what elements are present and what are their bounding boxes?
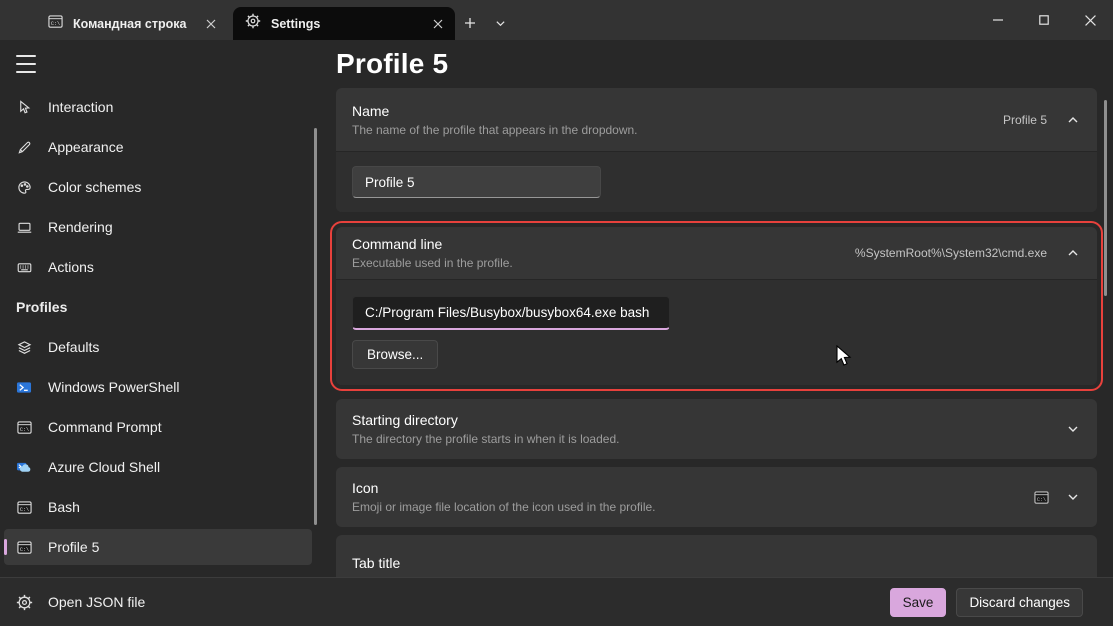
name-setting-card: Name The name of the profile that appear… [336,88,1097,212]
cmd-icon: C:\ [16,419,32,435]
titlebar: C:\ Командная строка Settings [0,0,1113,40]
minimize-button[interactable] [975,0,1021,40]
sidebar-item-label: Profile 5 [48,539,99,555]
setting-title: Starting directory [352,412,1067,428]
profiles-section-header: Profiles [0,287,330,327]
starting-directory-expander-header[interactable]: Starting directory The directory the pro… [336,399,1097,459]
tab-title-setting-card: Tab title [336,535,1097,577]
gear-icon [16,594,33,611]
svg-text:C:\: C:\ [1037,496,1046,502]
setting-title: Name [352,103,1003,119]
svg-text:C:\: C:\ [19,506,28,512]
setting-title: Command line [352,236,855,252]
setting-subtitle: The directory the profile starts in when… [352,432,1067,446]
sidebar-item-bash[interactable]: C:\ Bash [4,487,312,527]
profile-name-input[interactable] [352,166,601,198]
setting-subtitle: Executable used in the profile. [352,256,855,270]
open-json-file-button[interactable]: Open JSON file [0,594,145,611]
maximize-button[interactable] [1021,0,1067,40]
chevron-up-icon [1067,114,1079,126]
tab-settings[interactable]: Settings [233,7,455,40]
tab-close-icon[interactable] [200,13,222,35]
gear-icon [245,13,261,34]
new-tab-button[interactable] [457,10,483,36]
interaction-cursor-icon [16,99,32,115]
setting-title: Tab title [352,555,1079,571]
selection-indicator [4,539,7,555]
sidebar-item-label: Bash [48,499,80,515]
setting-subtitle: Emoji or image file location of the icon… [352,500,1034,514]
profile-icon-preview: C:\ [1034,490,1049,505]
tab-label: Командная строка [73,17,200,31]
setting-current-value: Profile 5 [1003,113,1047,127]
cmd-icon: C:\ [16,499,32,515]
svg-text:C:\: C:\ [19,546,28,552]
tab-label: Settings [271,17,427,31]
settings-main-panel: Profile 5 Name The name of the profile t… [330,40,1113,577]
sidebar-scrollbar[interactable] [314,128,317,525]
setting-title: Icon [352,480,1034,496]
sidebar-item-label: Appearance [48,139,124,155]
settings-sidebar: Interaction Appearance Color schemes Ren… [0,40,330,577]
sidebar-item-label: Actions [48,259,94,275]
bottom-bar: Open JSON file Save Discard changes [0,577,1113,626]
main-scrollbar[interactable] [1104,100,1107,296]
monitor-icon [16,219,32,235]
chevron-down-icon [1067,491,1079,503]
tab-close-icon[interactable] [427,13,449,35]
svg-text:C:\: C:\ [19,426,28,432]
cmd-icon: C:\ [16,539,32,555]
sidebar-item-label: Defaults [48,339,99,355]
chevron-up-icon [1067,247,1079,259]
setting-subtitle: The name of the profile that appears in … [352,123,1003,137]
command-line-expander-header[interactable]: Command line Executable used in the prof… [336,227,1097,279]
svg-text:C:\: C:\ [51,20,60,26]
icon-setting-card: Icon Emoji or image file location of the… [336,467,1097,527]
sidebar-item-label: Command Prompt [48,419,162,435]
sidebar-item-actions[interactable]: Actions [4,247,312,287]
command-line-expander-body: Browse... [336,279,1097,385]
hamburger-menu-icon[interactable] [16,55,36,73]
sidebar-item-windows-powershell[interactable]: Windows PowerShell [4,367,312,407]
sidebar-item-label: Rendering [48,219,113,235]
sidebar-item-label: Interaction [48,99,113,115]
chevron-down-icon [1067,423,1079,435]
tab-title-expander-header[interactable]: Tab title [336,535,1097,577]
window-controls [975,0,1113,40]
sidebar-item-command-prompt[interactable]: C:\ Command Prompt [4,407,312,447]
page-title: Profile 5 [336,48,1097,80]
sidebar-item-appearance[interactable]: Appearance [4,127,312,167]
sidebar-item-defaults[interactable]: Defaults [4,327,312,367]
close-button[interactable] [1067,0,1113,40]
open-json-file-label: Open JSON file [48,594,145,610]
tab-command-prompt[interactable]: C:\ Командная строка [36,7,228,40]
sidebar-item-label: Windows PowerShell [48,379,180,395]
sidebar-item-label: Azure Cloud Shell [48,459,160,475]
starting-directory-setting-card: Starting directory The directory the pro… [336,399,1097,459]
sidebar-item-profile-5[interactable]: C:\ Profile 5 [4,529,312,565]
azure-cloud-icon [16,459,32,475]
icon-expander-header[interactable]: Icon Emoji or image file location of the… [336,467,1097,527]
sidebar-item-rendering[interactable]: Rendering [4,207,312,247]
save-button[interactable]: Save [890,588,947,617]
keyboard-icon [16,259,32,275]
name-expander-header[interactable]: Name The name of the profile that appear… [336,88,1097,151]
tab-dropdown-button[interactable] [487,10,513,36]
palette-icon [16,179,32,195]
command-line-setting-card: Command line Executable used in the prof… [336,227,1097,385]
discard-changes-button[interactable]: Discard changes [956,588,1083,617]
layers-icon [16,339,32,355]
sidebar-item-label: Color schemes [48,179,141,195]
cmd-icon: C:\ [48,14,63,34]
sidebar-item-color-schemes[interactable]: Color schemes [4,167,312,207]
paintbrush-icon [16,139,32,155]
name-expander-body [336,151,1097,212]
powershell-icon [16,379,32,395]
sidebar-item-interaction[interactable]: Interaction [4,87,312,127]
setting-current-value: %SystemRoot%\System32\cmd.exe [855,246,1047,260]
command-line-input[interactable] [352,296,670,330]
sidebar-item-azure-cloud-shell[interactable]: Azure Cloud Shell [4,447,312,487]
browse-button[interactable]: Browse... [352,340,438,369]
